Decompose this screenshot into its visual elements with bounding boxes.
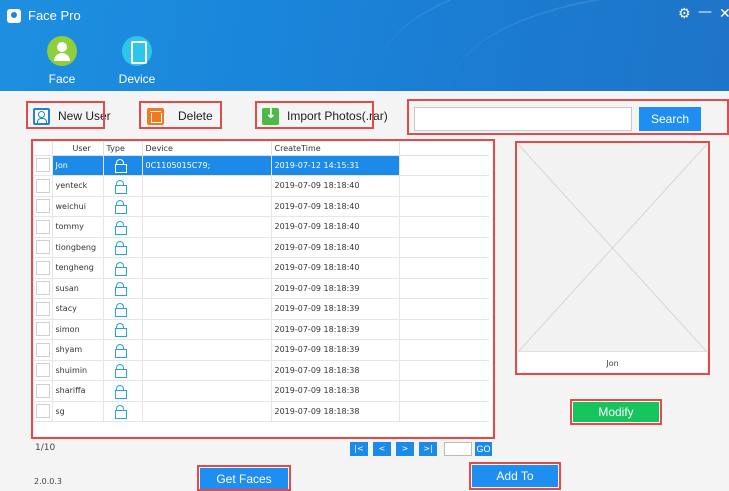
go-button[interactable]: GO — [475, 442, 492, 456]
first-page-button[interactable]: |< — [350, 442, 368, 456]
face-icon — [47, 36, 77, 66]
close-button[interactable]: ✕ — [719, 6, 729, 22]
settings-icon[interactable]: ⚙ — [678, 6, 691, 22]
highlight-box — [139, 101, 222, 129]
tab-face-label: Face — [48, 72, 76, 86]
highlight-box — [26, 101, 105, 129]
highlight-box — [197, 465, 291, 491]
last-page-button[interactable]: >| — [419, 442, 437, 456]
highlight-box — [255, 101, 374, 129]
highlight-box — [469, 462, 561, 490]
highlight-box — [407, 99, 729, 135]
prev-page-button[interactable]: < — [373, 442, 391, 456]
highlight-box — [570, 399, 662, 425]
app-icon — [7, 9, 21, 23]
minimize-button[interactable]: — — [698, 4, 712, 20]
tab-device-label: Device — [118, 72, 156, 86]
version-label: 2.0.0.3 — [34, 477, 62, 486]
highlight-box — [31, 139, 495, 439]
device-icon — [122, 36, 152, 66]
tab-face[interactable]: Face — [34, 36, 90, 90]
page-indicator: 1/10 — [35, 443, 56, 453]
app-title: Face Pro — [28, 8, 81, 23]
page-number-input[interactable] — [444, 442, 472, 456]
highlight-box — [515, 141, 710, 375]
next-page-button[interactable]: > — [396, 442, 414, 456]
tab-device[interactable]: Device — [109, 36, 165, 90]
title-bar: Face Pro ⚙ — ✕ Face Device — [0, 0, 729, 91]
